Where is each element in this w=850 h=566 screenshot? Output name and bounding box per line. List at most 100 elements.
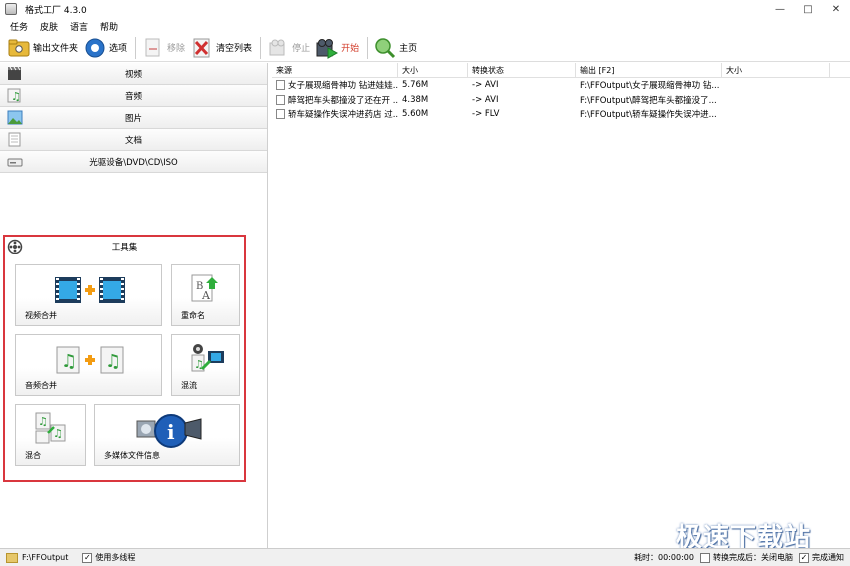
media-info-tile[interactable]: i 多媒体文件信息 bbox=[94, 404, 240, 466]
category-audio[interactable]: ♫ 音频 bbox=[0, 85, 267, 107]
folder-icon bbox=[8, 37, 30, 59]
picture-icon bbox=[7, 110, 23, 125]
audio-merge-icon: ♫ ♫ bbox=[54, 345, 126, 375]
file-source: 女子展现缩骨神功 钻进娃娃... bbox=[288, 81, 398, 92]
category-video-label: 视频 bbox=[124, 69, 142, 80]
file-row[interactable]: 女子展现缩骨神功 钻进娃娃... 5.76M -> AVI F:\FFOutpu… bbox=[272, 78, 850, 93]
home-label: 主页 bbox=[399, 44, 418, 54]
clear-list-button[interactable]: 清空列表 bbox=[191, 36, 252, 60]
file-icon bbox=[276, 94, 285, 105]
mux-label: 混流 bbox=[181, 381, 197, 390]
start-button[interactable]: 开始 bbox=[316, 36, 359, 60]
media-info-label: 多媒体文件信息 bbox=[104, 451, 160, 460]
column-output-size[interactable]: 大小 bbox=[722, 63, 830, 77]
category-document[interactable]: 文档 bbox=[0, 129, 267, 151]
svg-text:♫: ♫ bbox=[53, 427, 63, 440]
svg-text:♫: ♫ bbox=[11, 90, 21, 103]
column-status[interactable]: 转换状态 bbox=[468, 63, 576, 77]
svg-text:♫: ♫ bbox=[61, 351, 77, 372]
menu-help[interactable]: 帮助 bbox=[100, 20, 118, 33]
file-icon bbox=[276, 109, 285, 120]
category-audio-label: 音频 bbox=[124, 91, 142, 102]
file-source: 轿车疑操作失误冲进药店 过... bbox=[288, 110, 398, 121]
clear-list-label: 清空列表 bbox=[216, 44, 253, 54]
file-output: F:\FFOutput\女子展现缩骨神功 钻... bbox=[580, 81, 720, 92]
left-panel: 视频 ♫ 音频 图片 文档 光驱设备\DVD\CD\ISO 工具集 视频合并 B bbox=[0, 63, 268, 548]
notify-checkbox[interactable]: ✓ bbox=[799, 552, 809, 563]
category-toolbox[interactable]: 工具集 bbox=[5, 237, 244, 257]
media-info-icon: i bbox=[135, 409, 205, 449]
svg-text:i: i bbox=[167, 420, 175, 444]
file-status: -> FLV bbox=[472, 109, 500, 120]
category-optical-drive[interactable]: 光驱设备\DVD\CD\ISO bbox=[0, 151, 267, 173]
file-size: 5.76M bbox=[402, 80, 429, 91]
window-controls: — □ ✕ bbox=[766, 0, 850, 18]
maximize-button[interactable]: □ bbox=[794, 0, 822, 18]
menu-bar: 任务 皮肤 语言 帮助 bbox=[0, 18, 850, 34]
menu-language[interactable]: 语言 bbox=[70, 20, 88, 33]
toolbar-separator bbox=[367, 36, 369, 59]
video-merge-tile[interactable]: 视频合并 bbox=[15, 264, 162, 326]
category-toolbox-label: 工具集 bbox=[111, 243, 138, 253]
mix-tile[interactable]: ♫ ♫ 混合 bbox=[15, 404, 86, 466]
remove-label: 移除 bbox=[167, 44, 186, 54]
svg-text:♫: ♫ bbox=[105, 351, 121, 372]
multithread-label: 使用多线程 bbox=[95, 553, 136, 562]
file-size: 5.60M bbox=[402, 109, 429, 120]
column-output[interactable]: 输出 [F2] bbox=[576, 63, 722, 77]
file-status: -> AVI bbox=[472, 94, 499, 105]
file-output-size bbox=[722, 78, 830, 93]
home-button[interactable]: 主页 bbox=[374, 36, 417, 60]
toolbox-icon bbox=[7, 239, 23, 254]
options-icon bbox=[84, 37, 106, 59]
file-output-size bbox=[722, 107, 830, 122]
rename-tile[interactable]: BA 重命名 bbox=[171, 264, 240, 326]
menu-task[interactable]: 任务 bbox=[10, 20, 28, 33]
options-label: 选项 bbox=[109, 44, 128, 54]
output-folder-button[interactable]: 输出文件夹 bbox=[8, 36, 78, 60]
file-icon bbox=[276, 80, 285, 91]
multithread-checkbox[interactable]: ✓ bbox=[82, 552, 93, 563]
clear-list-icon bbox=[191, 37, 213, 59]
menu-skin[interactable]: 皮肤 bbox=[40, 20, 58, 33]
after-convert-label: 转换完成后：关闭电脑 bbox=[713, 553, 793, 562]
audio-merge-tile[interactable]: ♫ ♫ 音频合并 bbox=[15, 334, 162, 396]
file-output: F:\FFOutput\醉驾把车头都撞没了... bbox=[580, 95, 717, 106]
stop-label: 停止 bbox=[292, 44, 311, 54]
rename-icon: BA bbox=[190, 271, 222, 305]
file-status: -> AVI bbox=[472, 80, 499, 91]
remove-button[interactable]: 移除 bbox=[142, 36, 185, 60]
category-video[interactable]: 视频 bbox=[0, 63, 267, 85]
close-button[interactable]: ✕ bbox=[822, 0, 850, 18]
mux-icon: ♫ bbox=[186, 343, 226, 375]
output-path[interactable]: F:\FFOutput bbox=[22, 553, 68, 562]
audio-merge-label: 音频合并 bbox=[25, 381, 57, 390]
mux-tile[interactable]: ♫ 混流 bbox=[171, 334, 240, 396]
file-row[interactable]: 醉驾把车头都撞没了还在开 ... 4.38M -> AVI F:\FFOutpu… bbox=[272, 93, 850, 108]
toolbar: 输出文件夹 选项 移除 清空列表 停止 开始 主页 bbox=[0, 34, 850, 62]
mix-label: 混合 bbox=[25, 451, 41, 460]
remove-icon bbox=[142, 37, 164, 59]
category-image[interactable]: 图片 bbox=[0, 107, 267, 129]
column-source[interactable]: 来源 bbox=[272, 63, 398, 77]
file-row[interactable]: 轿车疑操作失误冲进药店 过... 5.60M -> FLV F:\FFOutpu… bbox=[272, 107, 850, 122]
file-output: F:\FFOutput\轿车疑操作失误冲进... bbox=[580, 110, 717, 121]
elapsed-time: 耗时：00:00:00 bbox=[634, 553, 694, 562]
after-convert-checkbox[interactable] bbox=[700, 552, 710, 563]
disc-drive-icon bbox=[7, 158, 23, 167]
file-source-cell: 轿车疑操作失误冲进药店 过... bbox=[272, 107, 398, 122]
film-icon bbox=[8, 66, 21, 80]
toolbox-panel: 工具集 视频合并 BA 重命名 ♫ ♫ 音频合并 ♫ 混流 ♫ ♫ 混合 i 多… bbox=[3, 235, 246, 482]
home-icon bbox=[374, 37, 396, 59]
notify-label: 完成通知 bbox=[812, 553, 844, 562]
minimize-button[interactable]: — bbox=[766, 0, 794, 18]
video-merge-icon bbox=[54, 275, 126, 305]
file-source-cell: 女子展现缩骨神功 钻进娃娃... bbox=[272, 78, 398, 93]
options-button[interactable]: 选项 bbox=[84, 36, 127, 60]
status-bar: F:\FFOutput ✓ 使用多线程 耗时：00:00:00 转换完成后：关闭… bbox=[0, 548, 850, 566]
column-size[interactable]: 大小 bbox=[398, 63, 468, 77]
category-optical-drive-label: 光驱设备\DVD\CD\ISO bbox=[89, 157, 178, 168]
svg-text:♫: ♫ bbox=[38, 415, 48, 428]
stop-button[interactable]: 停止 bbox=[267, 36, 310, 60]
app-icon bbox=[5, 3, 17, 15]
